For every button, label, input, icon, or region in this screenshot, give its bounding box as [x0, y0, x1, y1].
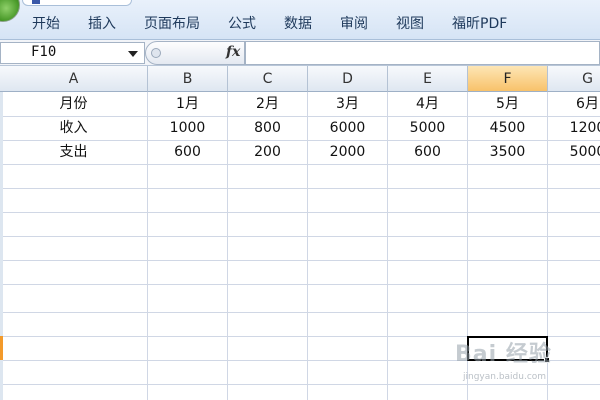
table-row: 支出 600 200 2000 600 3500 5000: [0, 140, 600, 164]
tab-insert[interactable]: 插入: [80, 14, 124, 34]
cell-f2[interactable]: 4500: [468, 116, 547, 140]
cell-g1[interactable]: 6月: [548, 92, 600, 116]
cell-f3[interactable]: 3500: [468, 140, 547, 164]
gridline: [0, 212, 600, 213]
tab-data[interactable]: 数据: [276, 14, 320, 34]
gridline: [0, 164, 600, 165]
resize-handle-icon[interactable]: [151, 48, 161, 58]
save-icon[interactable]: [32, 0, 40, 4]
tab-page-layout[interactable]: 页面布局: [136, 14, 208, 34]
cell-a1[interactable]: 月份: [0, 92, 147, 116]
column-header-b[interactable]: B: [148, 66, 228, 92]
active-cell-f10[interactable]: [467, 336, 550, 363]
fill-handle[interactable]: [544, 357, 550, 363]
gridline: [0, 384, 600, 385]
gridline: [0, 312, 600, 313]
name-box[interactable]: F10: [0, 42, 145, 64]
column-header-g[interactable]: G: [548, 66, 600, 92]
cell-a2[interactable]: 收入: [0, 116, 147, 140]
gridline: [0, 236, 600, 237]
name-box-value: F10: [31, 44, 57, 60]
cell-b1[interactable]: 1月: [148, 92, 227, 116]
quick-access-toolbar: [22, 0, 132, 6]
formula-bar: F10 fx: [0, 40, 600, 66]
cell-g3[interactable]: 5000: [548, 140, 600, 164]
gridline: [0, 284, 600, 285]
chevron-down-icon[interactable]: [128, 51, 138, 57]
cell-e1[interactable]: 4月: [388, 92, 467, 116]
insert-function-icon[interactable]: fx: [226, 44, 240, 60]
row-header-strip: [0, 92, 3, 400]
cell-b3[interactable]: 600: [148, 140, 227, 164]
cell-e2[interactable]: 5000: [388, 116, 467, 140]
cell-c3[interactable]: 200: [228, 140, 307, 164]
formula-input[interactable]: [245, 41, 600, 65]
formula-controls: fx: [145, 41, 245, 65]
gridline: [0, 188, 600, 189]
column-header-e[interactable]: E: [388, 66, 468, 92]
cell-b2[interactable]: 1000: [148, 116, 227, 140]
cell-f1[interactable]: 5月: [468, 92, 547, 116]
table-row: 月份 1月 2月 3月 4月 5月 6月: [0, 92, 600, 116]
cell-e3[interactable]: 600: [388, 140, 467, 164]
cell-c2[interactable]: 800: [228, 116, 307, 140]
tab-home[interactable]: 开始: [24, 14, 68, 34]
cell-c1[interactable]: 2月: [228, 92, 307, 116]
cell-d1[interactable]: 3月: [308, 92, 387, 116]
column-header-a[interactable]: A: [0, 66, 148, 92]
tab-view[interactable]: 视图: [388, 14, 432, 34]
gridline: [0, 260, 600, 261]
cell-a3[interactable]: 支出: [0, 140, 147, 164]
selected-row-indicator: [0, 336, 3, 360]
spreadsheet-grid: A B C D E F G 月份 1月 2月 3月 4月 5月 6月 收入 10…: [0, 66, 600, 400]
tab-foxit-pdf[interactable]: 福昕PDF: [444, 14, 515, 34]
cell-d2[interactable]: 6000: [308, 116, 387, 140]
cell-area[interactable]: 月份 1月 2月 3月 4月 5月 6月 收入 1000 800 6000 50…: [0, 92, 600, 400]
column-header-c[interactable]: C: [228, 66, 308, 92]
tab-formulas[interactable]: 公式: [220, 14, 264, 34]
ribbon-tab-bar: 开始 插入 页面布局 公式 数据 审阅 视图 福昕PDF: [0, 0, 600, 40]
tab-review[interactable]: 审阅: [332, 14, 376, 34]
cell-d3[interactable]: 2000: [308, 140, 387, 164]
ribbon-tabs: 开始 插入 页面布局 公式 数据 审阅 视图 福昕PDF: [24, 14, 527, 34]
column-header-f[interactable]: F: [468, 66, 548, 92]
table-row: 收入 1000 800 6000 5000 4500 1200: [0, 116, 600, 140]
column-headers: A B C D E F G: [0, 66, 600, 92]
cell-g2[interactable]: 1200: [548, 116, 600, 140]
column-header-d[interactable]: D: [308, 66, 388, 92]
office-button[interactable]: [0, 0, 20, 22]
